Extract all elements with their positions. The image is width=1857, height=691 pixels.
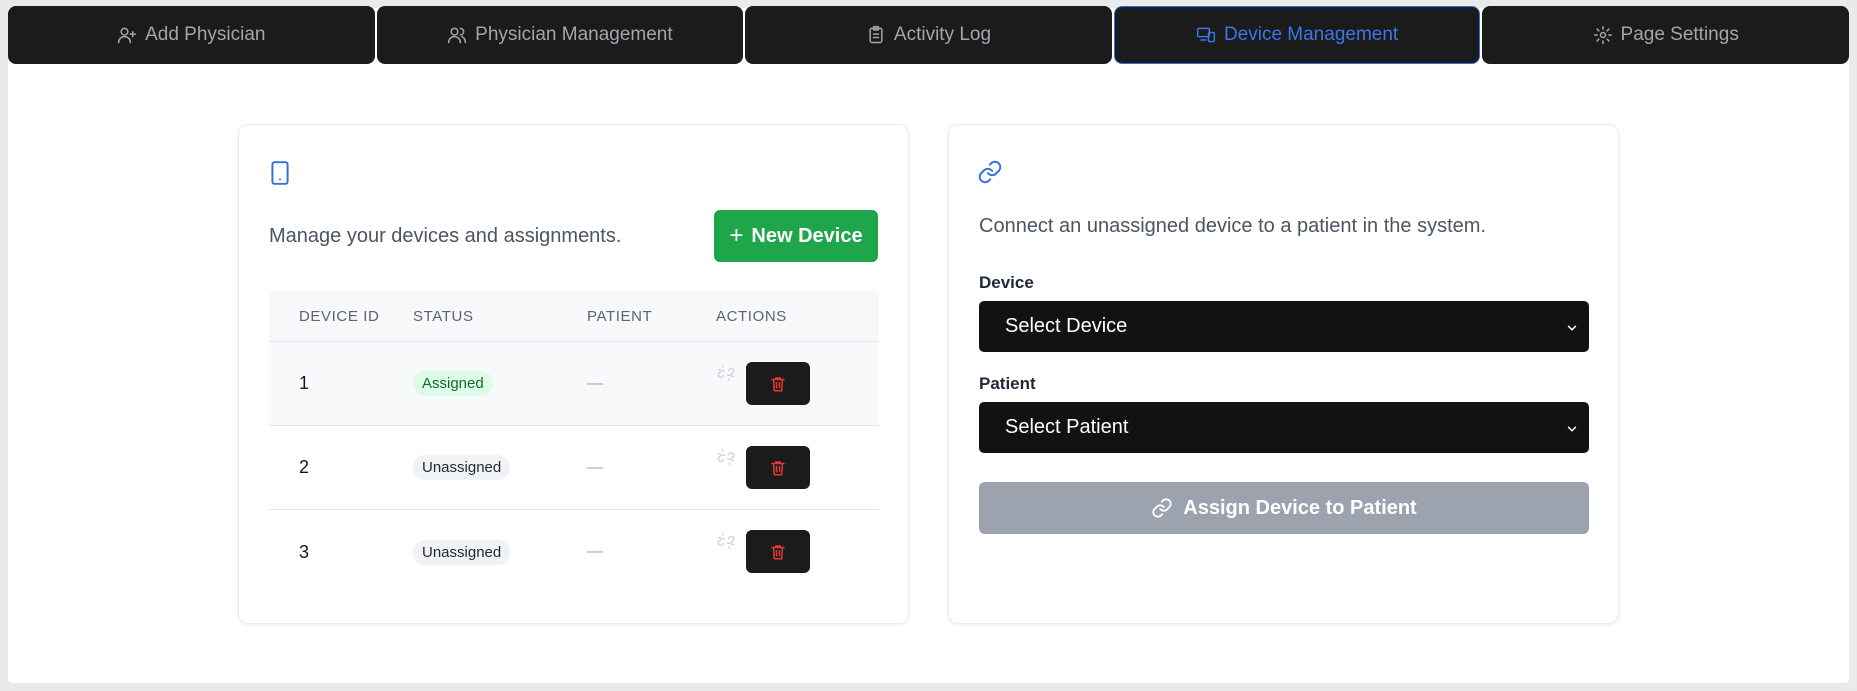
- trash-icon: [771, 376, 785, 391]
- assign-description: Connect an unassigned device to a patien…: [979, 215, 1486, 237]
- tab-label: Device Management: [1223, 24, 1399, 45]
- device-select[interactable]: Select Device: [979, 301, 1589, 352]
- assign-button-label: Assign Device to Patient: [1183, 496, 1417, 519]
- patient-select[interactable]: Select Patient: [979, 402, 1589, 453]
- unlink-icon[interactable]: [716, 363, 736, 383]
- devices-table: DEVICE ID STATUS PATIENT ACTIONS 1 Assig…: [269, 291, 879, 594]
- column-header-status: STATUS: [413, 307, 474, 325]
- status-badge: Assigned: [413, 371, 493, 396]
- table-row: 3 Unassigned —: [269, 510, 879, 594]
- device-id-cell: 3: [299, 541, 310, 562]
- tab-add-physician[interactable]: Add Physician: [8, 6, 375, 64]
- devices-card: Manage your devices and assignments. + N…: [238, 124, 909, 624]
- tab-device-management[interactable]: Device Management: [1113, 6, 1481, 64]
- new-device-label: New Device: [751, 224, 863, 247]
- status-badge: Unassigned: [413, 539, 511, 565]
- tab-bar: Add Physician Physician Management Activ…: [8, 6, 1849, 64]
- patient-cell: —: [587, 543, 603, 560]
- trash-icon: [771, 460, 785, 475]
- chevron-down-icon: [1565, 419, 1579, 433]
- device-id-cell: 1: [299, 373, 310, 393]
- actions-cell: [716, 510, 879, 594]
- devices-description: Manage your devices and assignments.: [269, 225, 622, 247]
- unlink-icon[interactable]: [716, 531, 736, 551]
- column-header-actions: ACTIONS: [716, 307, 787, 325]
- table-row: 1 Assigned —: [269, 342, 879, 426]
- actions-cell: [716, 426, 879, 509]
- chevron-down-icon: [1565, 318, 1579, 332]
- trash-icon: [771, 544, 785, 559]
- link-icon: [977, 159, 1003, 185]
- device-field-label: Device: [979, 273, 1034, 292]
- assign-device-card: Connect an unassigned device to a patien…: [948, 124, 1619, 624]
- plus-icon: +: [729, 222, 744, 249]
- users-icon: [448, 27, 467, 44]
- tab-label: Page Settings: [1620, 24, 1739, 45]
- link-icon: [1152, 498, 1172, 518]
- patient-field-label: Patient: [979, 374, 1036, 393]
- delete-device-button[interactable]: [746, 530, 810, 573]
- unlink-icon[interactable]: [716, 447, 736, 467]
- table-header: DEVICE ID STATUS PATIENT ACTIONS: [269, 291, 879, 342]
- assign-device-button[interactable]: Assign Device to Patient: [979, 482, 1589, 534]
- user-plus-icon: [118, 27, 137, 44]
- table-row: 2 Unassigned —: [269, 426, 879, 510]
- devices-icon: [1196, 27, 1216, 43]
- delete-device-button[interactable]: [746, 362, 810, 405]
- device-select-value: Select Device: [1005, 315, 1128, 337]
- patient-cell: —: [587, 374, 603, 392]
- status-badge: Unassigned: [413, 455, 511, 480]
- tab-label: Add Physician: [145, 24, 266, 45]
- tablet-icon: [267, 160, 293, 186]
- tab-physician-management[interactable]: Physician Management: [376, 6, 744, 64]
- device-id-cell: 2: [299, 457, 310, 477]
- tab-label: Physician Management: [475, 24, 673, 45]
- new-device-button[interactable]: + New Device: [714, 210, 878, 262]
- column-header-device-id: DEVICE ID: [299, 307, 380, 325]
- tab-activity-log[interactable]: Activity Log: [745, 6, 1112, 64]
- delete-device-button[interactable]: [746, 446, 810, 489]
- actions-cell: [716, 342, 879, 425]
- column-header-patient: PATIENT: [587, 307, 653, 325]
- gear-icon: [1593, 25, 1612, 45]
- tab-label: Activity Log: [893, 24, 992, 45]
- patient-select-value: Select Patient: [1005, 416, 1129, 438]
- tab-page-settings[interactable]: Page Settings: [1482, 6, 1849, 64]
- patient-cell: —: [587, 458, 603, 476]
- clipboard-icon: [869, 25, 883, 44]
